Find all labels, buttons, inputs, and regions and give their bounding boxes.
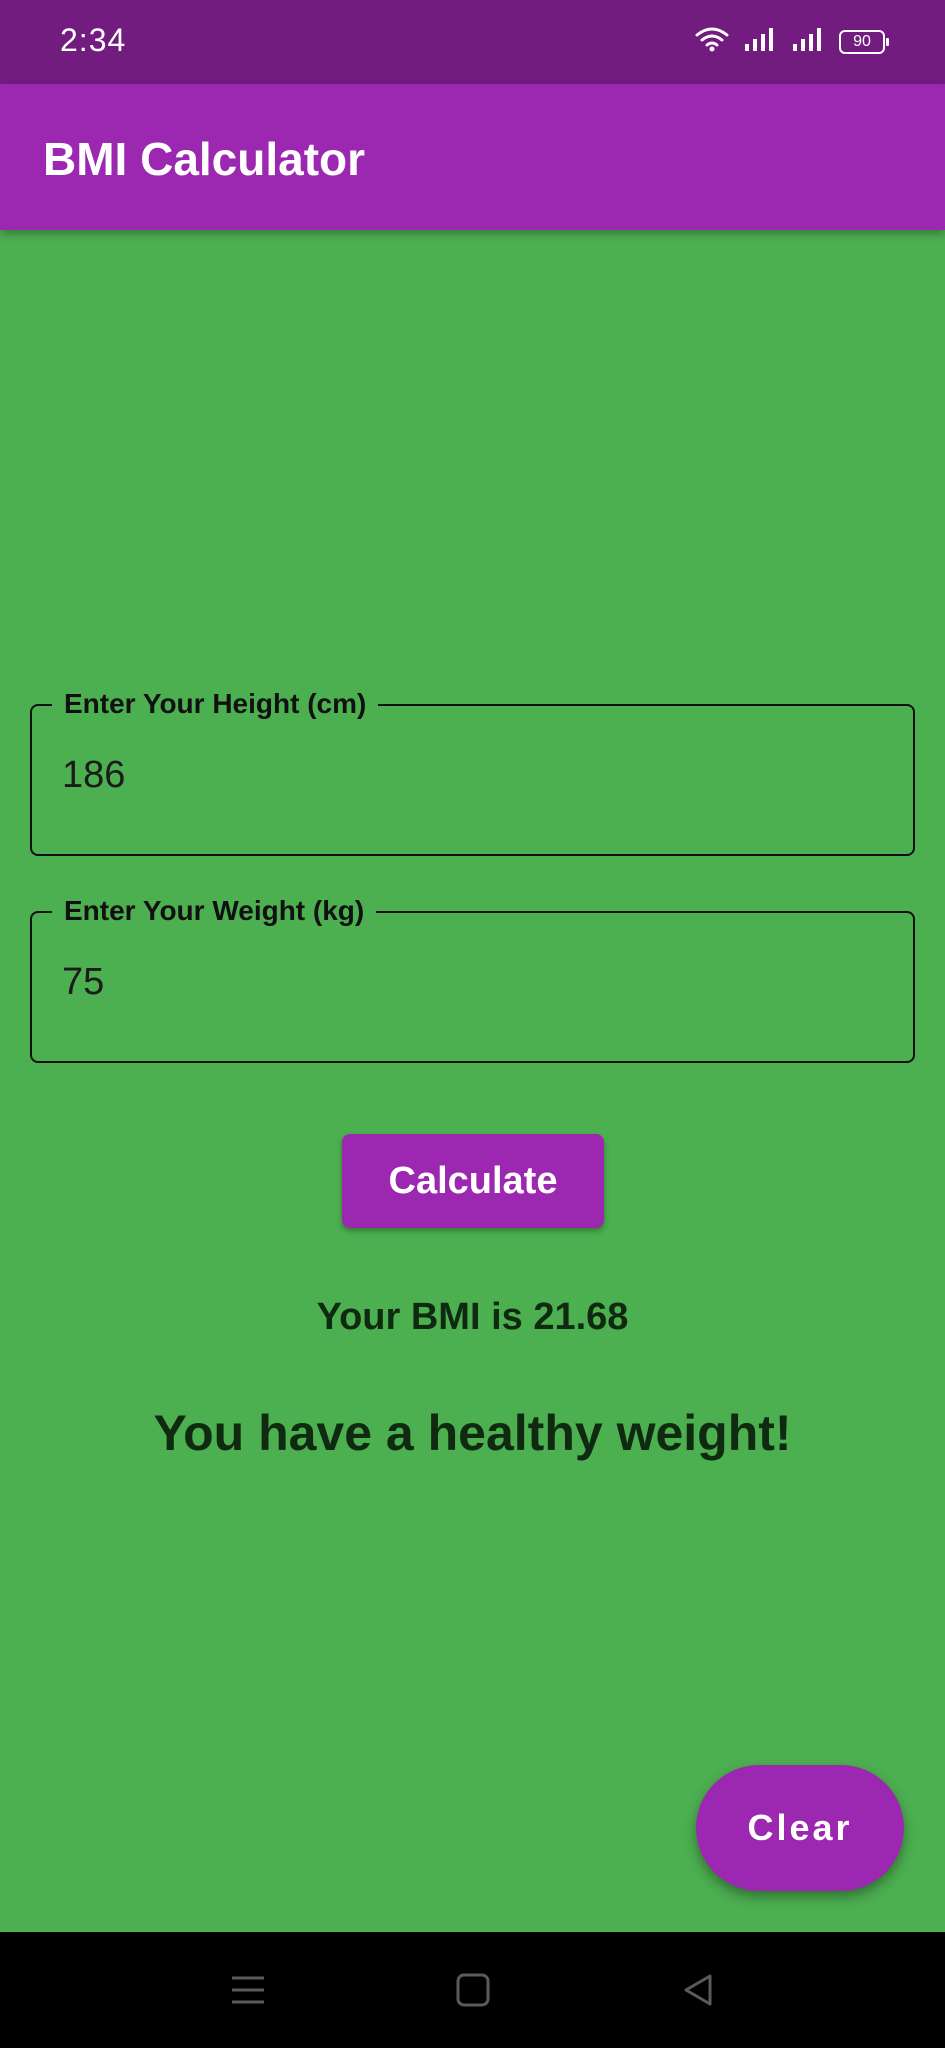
signal-icon bbox=[791, 26, 825, 57]
back-icon[interactable] bbox=[678, 1970, 718, 2010]
status-icons: 90 bbox=[695, 26, 889, 57]
clear-button[interactable]: Clear bbox=[696, 1765, 904, 1891]
system-nav-bar bbox=[0, 1932, 945, 2048]
weight-field[interactable]: Enter Your Weight (kg) 75 bbox=[30, 893, 915, 1063]
height-input[interactable]: 186 bbox=[62, 754, 125, 797]
bmi-message-text: You have a healthy weight! bbox=[153, 1405, 792, 1461]
signal-icon bbox=[743, 26, 777, 57]
app-title: BMI Calculator bbox=[43, 133, 366, 185]
weight-input[interactable]: 75 bbox=[62, 961, 104, 1004]
weight-field-label: Enter Your Weight (kg) bbox=[52, 893, 377, 929]
status-bar: 2:34 90 bbox=[0, 0, 945, 84]
app-bar: BMI Calculator bbox=[0, 84, 945, 230]
home-icon[interactable] bbox=[453, 1970, 493, 2010]
menu-icon[interactable] bbox=[228, 1970, 268, 2010]
battery-level: 90 bbox=[853, 32, 871, 50]
wifi-icon bbox=[695, 26, 729, 57]
status-time: 2:34 bbox=[60, 22, 127, 58]
height-field-label: Enter Your Height (cm) bbox=[52, 686, 379, 722]
height-field[interactable]: Enter Your Height (cm) 186 bbox=[30, 686, 915, 856]
battery-icon: 90 bbox=[839, 29, 889, 54]
bmi-result-text: Your BMI is 21.68 bbox=[316, 1296, 629, 1338]
calculate-button[interactable]: Calculate bbox=[342, 1134, 604, 1228]
screen: 2:34 90 BMI Calculator Enter Your Height… bbox=[0, 0, 945, 2048]
